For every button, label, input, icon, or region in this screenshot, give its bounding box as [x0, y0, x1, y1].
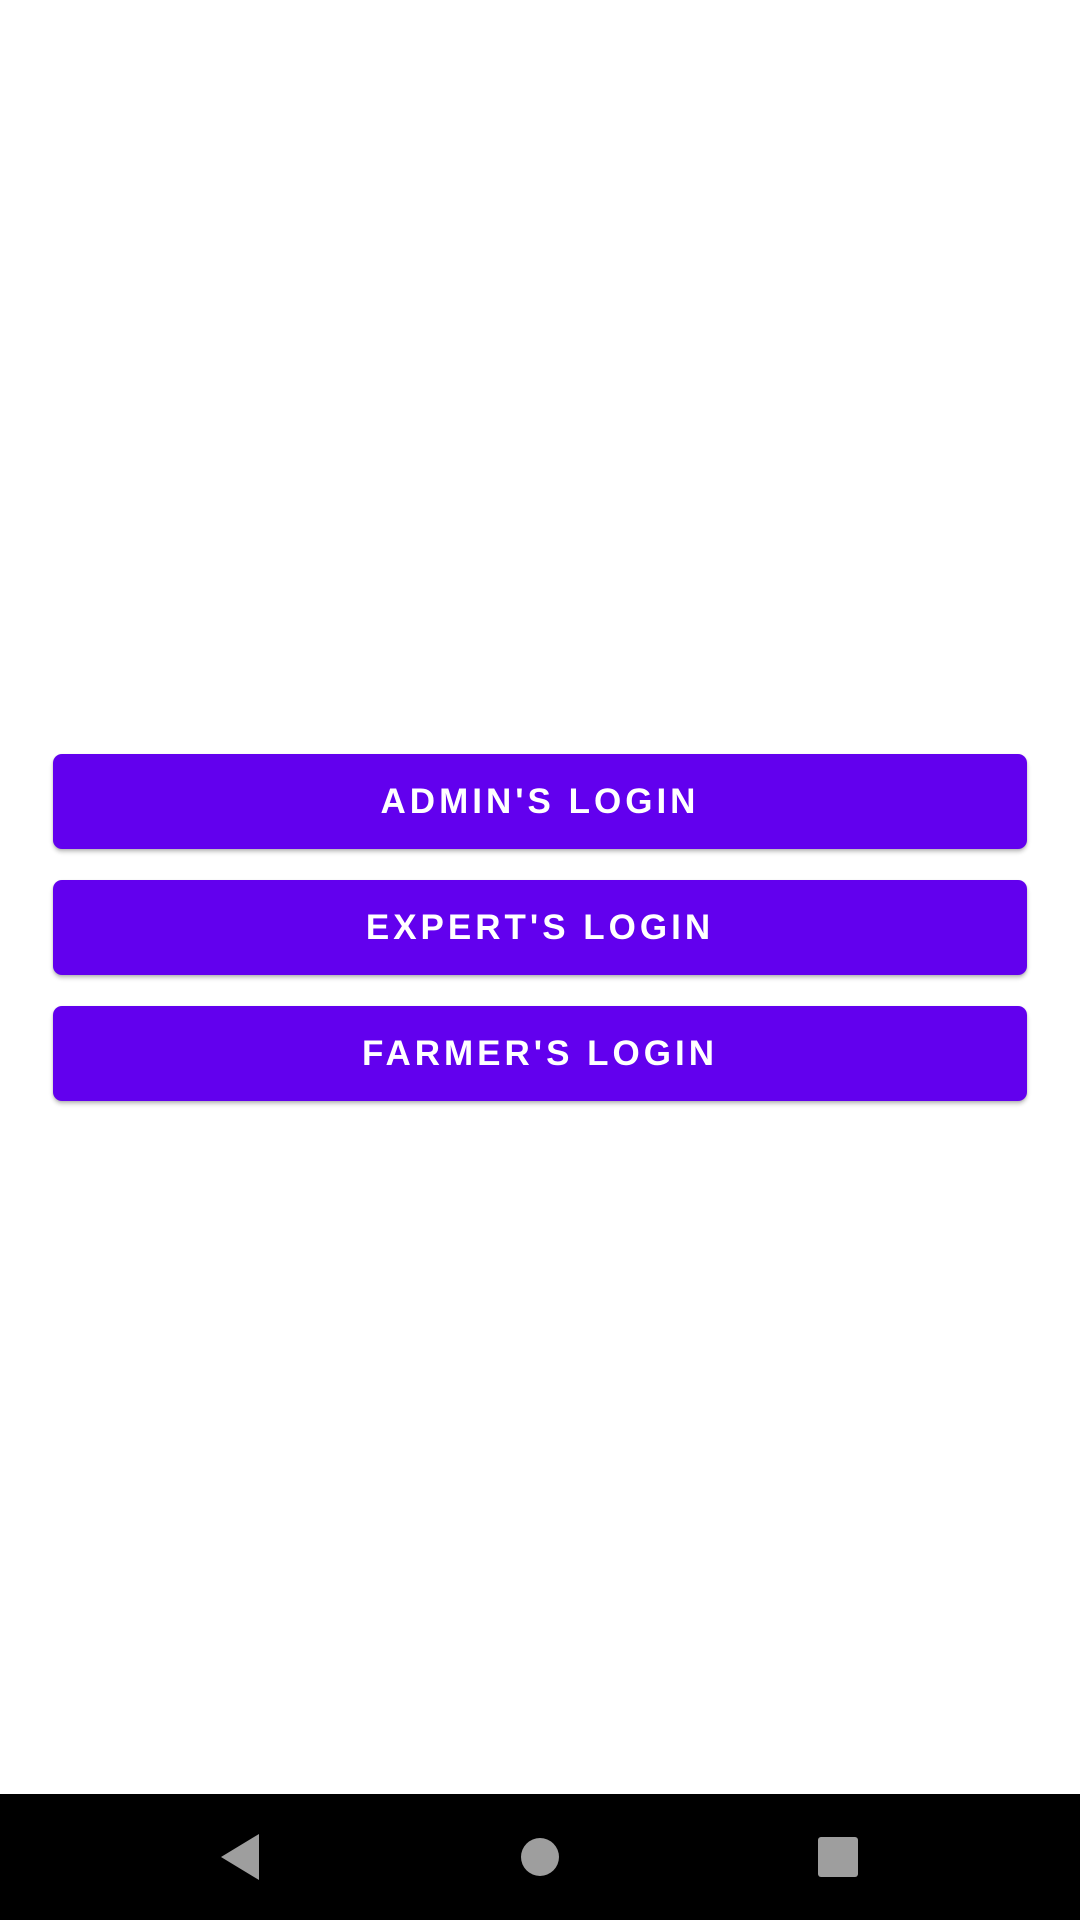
home-icon	[521, 1838, 559, 1876]
recents-icon	[818, 1837, 858, 1877]
nav-recents-button[interactable]	[775, 1794, 901, 1920]
main-content: ADMIN'S LOGIN EXPERT'S LOGIN FARMER'S LO…	[0, 0, 1080, 1794]
expert-login-button[interactable]: EXPERT'S LOGIN	[53, 880, 1027, 975]
nav-home-button[interactable]	[477, 1794, 603, 1920]
system-navigation-bar	[0, 1794, 1080, 1920]
admin-login-button[interactable]: ADMIN'S LOGIN	[53, 754, 1027, 849]
login-button-group: ADMIN'S LOGIN EXPERT'S LOGIN FARMER'S LO…	[53, 754, 1027, 1132]
app-screen: ADMIN'S LOGIN EXPERT'S LOGIN FARMER'S LO…	[0, 0, 1080, 1920]
farmer-login-button[interactable]: FARMER'S LOGIN	[53, 1006, 1027, 1101]
nav-back-button[interactable]	[177, 1794, 303, 1920]
back-icon	[221, 1834, 259, 1880]
